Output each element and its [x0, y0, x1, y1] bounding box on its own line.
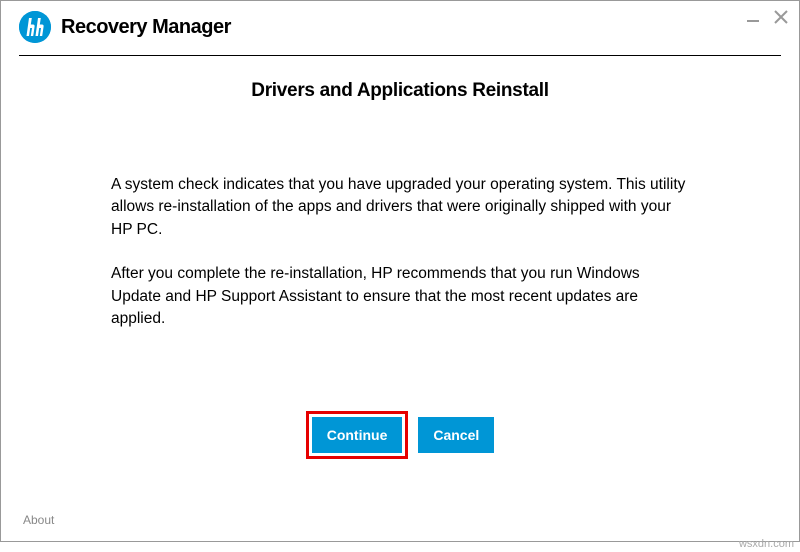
content-area: Drivers and Applications Reinstall A sys…	[1, 56, 799, 513]
about-link[interactable]: About	[23, 513, 54, 527]
app-window: Recovery Manager Drivers and Application…	[0, 0, 800, 542]
cancel-button[interactable]: Cancel	[418, 417, 494, 453]
hp-logo-icon	[19, 11, 51, 43]
title-bar: Recovery Manager	[1, 1, 799, 45]
app-title: Recovery Manager	[61, 16, 231, 39]
body-text: A system check indicates that you have u…	[21, 174, 779, 353]
title-left: Recovery Manager	[19, 7, 231, 43]
close-icon[interactable]	[773, 9, 789, 25]
footer: About	[1, 513, 799, 541]
minimize-icon[interactable]	[745, 9, 761, 25]
continue-button[interactable]: Continue	[312, 417, 403, 453]
highlight-box: Continue	[306, 411, 409, 459]
page-heading: Drivers and Applications Reinstall	[21, 80, 779, 102]
watermark: wsxdn.com	[739, 538, 794, 550]
paragraph-1: A system check indicates that you have u…	[111, 174, 689, 241]
paragraph-2: After you complete the re-installation, …	[111, 263, 689, 330]
window-controls	[745, 7, 789, 25]
button-row: Continue Cancel	[21, 411, 779, 459]
